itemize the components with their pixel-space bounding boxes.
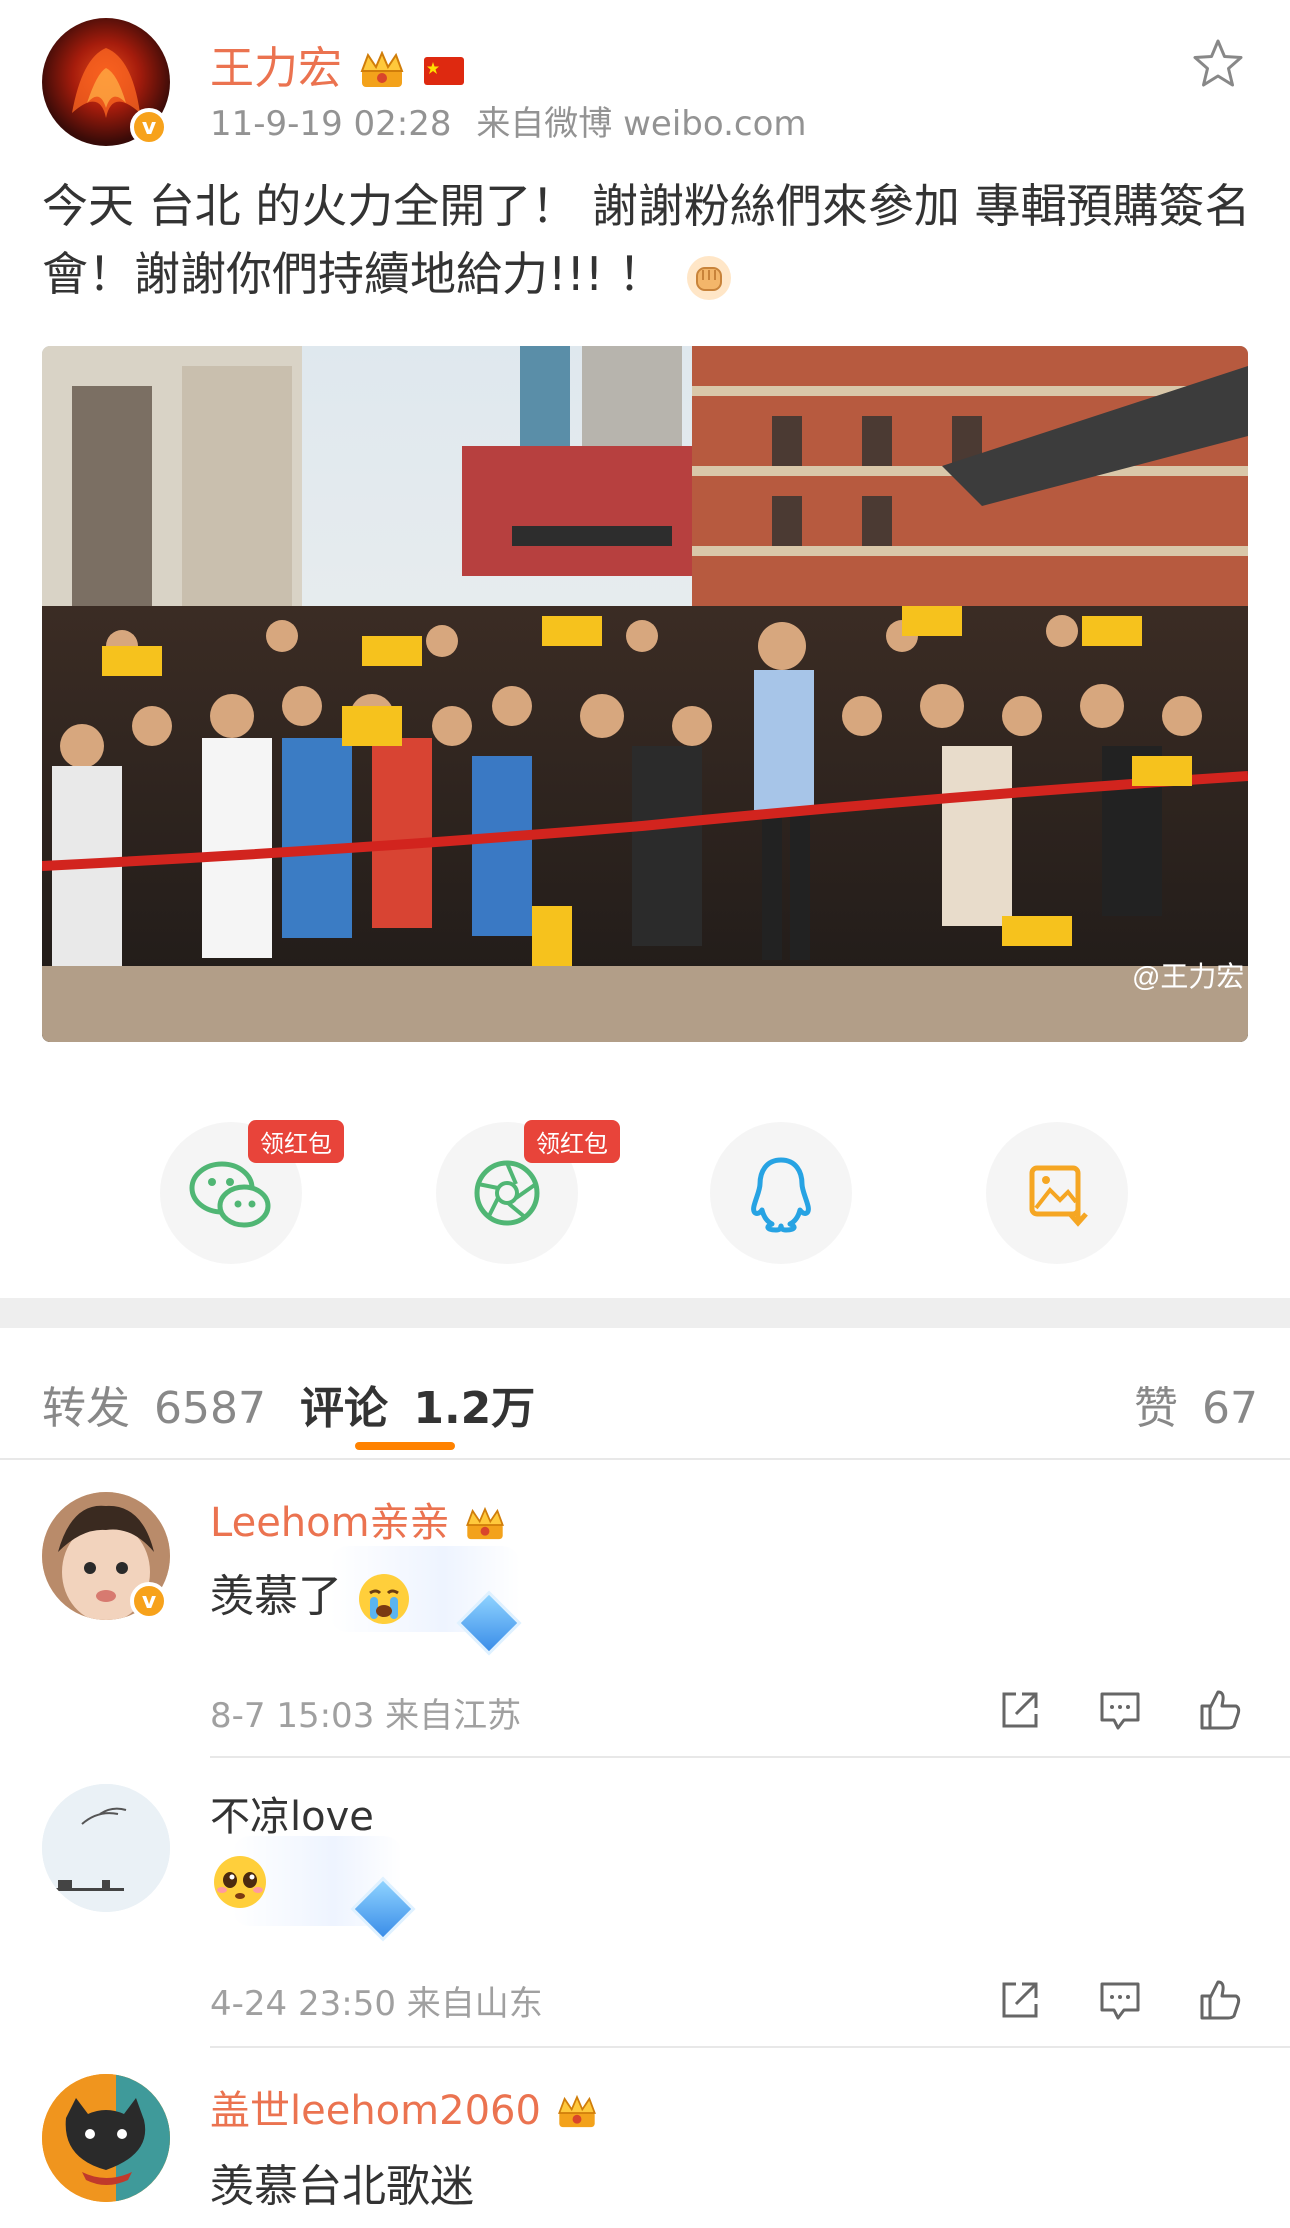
china-flag-icon	[424, 57, 464, 85]
pleading-emoji-icon	[214, 1856, 266, 1908]
save-image-icon	[1029, 1165, 1088, 1227]
crying-emoji-icon	[359, 1574, 409, 1624]
verified-badge-icon: v	[130, 108, 168, 146]
comment-author[interactable]: 盖世leehom2060	[210, 2078, 600, 2136]
tab-repost-label: 转发	[42, 1383, 130, 1434]
moments-redpack-badge: 领红包	[524, 1120, 620, 1163]
crown-vip-icon	[466, 1506, 505, 1540]
tabs-divider	[0, 1458, 1290, 1460]
snow-landscape-avatar-art	[42, 1784, 170, 1912]
favorite-star-icon[interactable]	[1190, 36, 1246, 92]
comment-divider	[210, 1756, 1290, 1758]
tab-likes[interactable]: 赞 67	[1134, 1372, 1258, 1436]
post-meta: 11-9-19 02:28 来自微博 weibo.com	[210, 96, 807, 145]
verified-badge-icon: v	[130, 1582, 168, 1620]
fan-meeting-photo: @王力宏	[42, 346, 1248, 1042]
crown-vip-icon	[360, 51, 404, 87]
reply-icon[interactable]	[1096, 1976, 1144, 2024]
post-photo[interactable]: @王力宏	[42, 346, 1248, 1042]
forward-icon[interactable]	[996, 1686, 1044, 1734]
like-icon[interactable]	[1196, 1976, 1244, 2024]
comment-author[interactable]: Leehom亲亲	[210, 1490, 508, 1548]
author-name-text: 王力宏	[210, 43, 342, 94]
active-tab-indicator	[355, 1442, 455, 1450]
tab-likes-label: 赞	[1134, 1383, 1178, 1434]
tab-comments[interactable]: 评论 1.2万	[300, 1372, 535, 1436]
comment-author[interactable]: 不凉love	[210, 1784, 374, 1842]
comment-text: 羡慕了	[210, 1560, 412, 1627]
comment-author-name: Leehom亲亲	[210, 1500, 450, 1546]
qq-icon	[751, 1157, 811, 1233]
comment-text-content: 羡慕了	[210, 1571, 342, 1622]
save-image-button[interactable]	[986, 1122, 1128, 1264]
post-timestamp: 11-9-19 02:28	[210, 104, 452, 144]
post-body: 今天 台北 的火力全開了！ 謝謝粉絲們來參加 專輯預購簽名會！謝謝你們持續地給力…	[42, 172, 1252, 308]
post-author-name[interactable]: 王力宏	[210, 32, 466, 96]
comment-text: 羡慕台北歌迷	[210, 2161, 474, 2212]
forward-icon[interactable]	[996, 1976, 1044, 2024]
tab-repost-count: 6587	[154, 1383, 266, 1434]
tab-likes-count: 67	[1202, 1383, 1258, 1434]
commenter-avatar[interactable]	[42, 1784, 170, 1912]
commenter-avatar[interactable]	[42, 2074, 170, 2202]
tab-comments-count: 1.2万	[413, 1383, 536, 1434]
like-icon[interactable]	[1196, 1686, 1244, 1734]
crown-vip-icon	[557, 2094, 596, 2128]
post-text: 今天 台北 的火力全開了！ 謝謝粉絲們來參加 專輯預購簽名會！謝謝你們持續地給力…	[42, 179, 1251, 301]
comment-meta: 8-7 15:03 来自江苏	[210, 1696, 522, 1736]
cat-avatar-art	[42, 2074, 170, 2202]
comment-author-name: 盖世leehom2060	[210, 2088, 541, 2134]
comment-meta: 4-24 23:50 来自山东	[210, 1984, 543, 2024]
fist-emoji-icon	[686, 255, 731, 300]
comment-divider	[210, 2046, 1290, 2048]
photo-watermark: @王力宏	[1132, 961, 1244, 992]
share-qq-button[interactable]	[710, 1122, 852, 1264]
wechat-redpack-badge: 领红包	[248, 1120, 344, 1163]
reply-icon[interactable]	[1096, 1686, 1144, 1734]
tab-comments-label: 评论	[300, 1383, 388, 1434]
section-divider	[0, 1298, 1290, 1328]
tab-repost[interactable]: 转发 6587	[42, 1372, 266, 1436]
post-source[interactable]: 来自微博 weibo.com	[476, 104, 806, 144]
